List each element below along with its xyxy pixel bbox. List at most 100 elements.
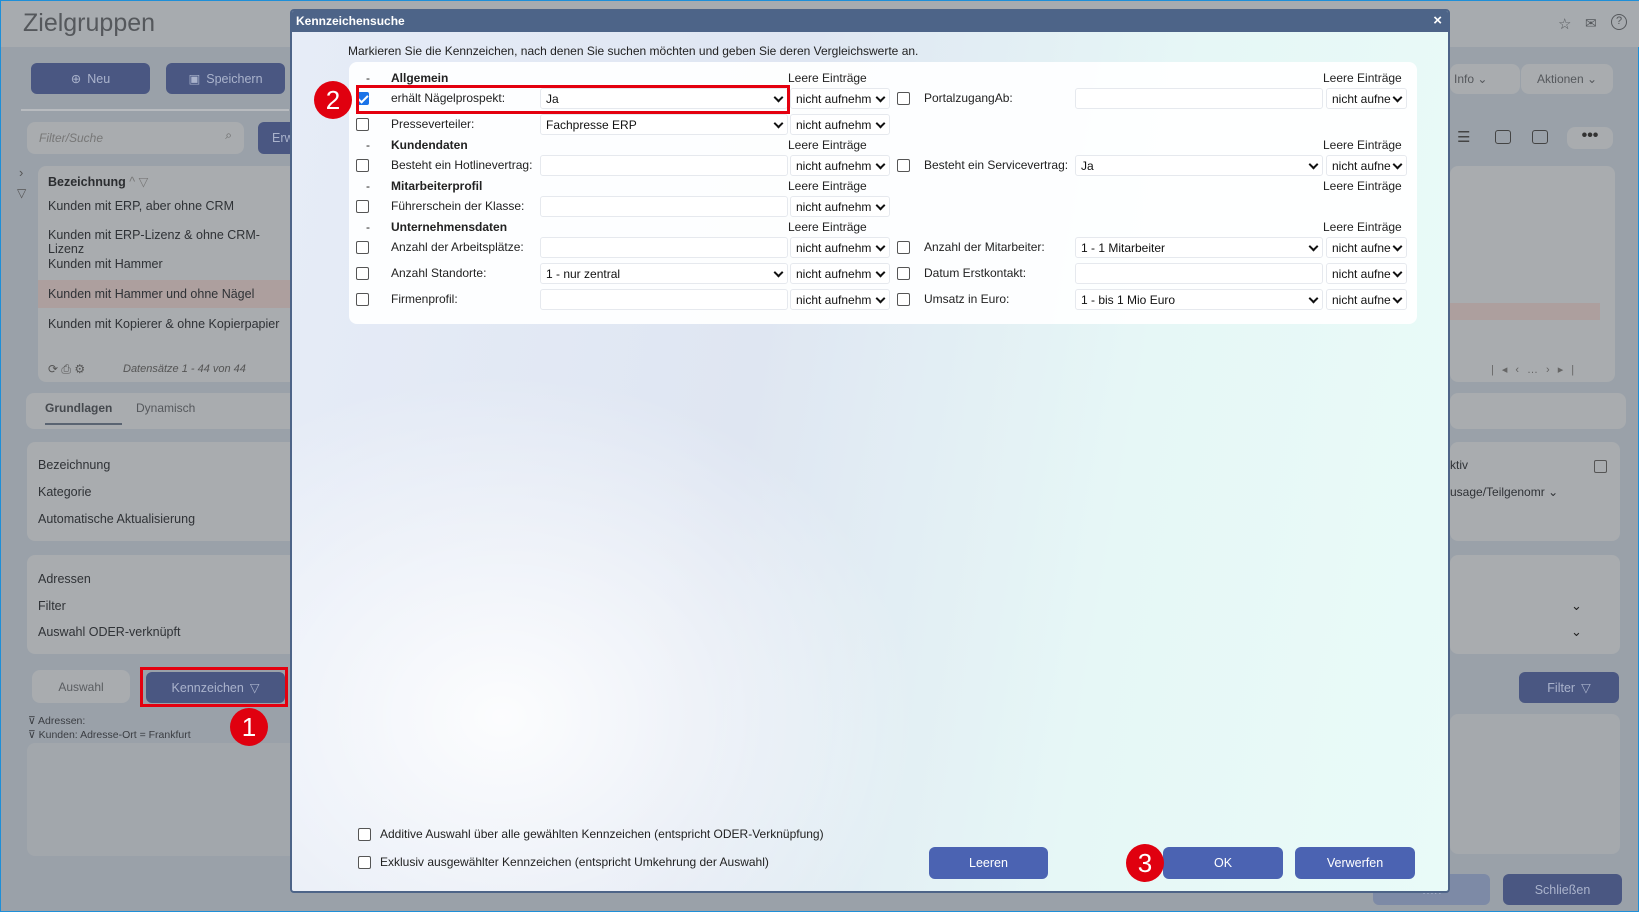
pagination[interactable]: |◂‹…›▸|	[1491, 363, 1582, 376]
section-toggle[interactable]: -	[366, 138, 370, 152]
flag-checkbox[interactable]	[356, 267, 369, 280]
list-item[interactable]: Kunden mit Hammer und ohne Nägel	[38, 280, 298, 308]
flag-value-input[interactable]	[540, 155, 788, 176]
flag-checkbox[interactable]	[897, 241, 910, 254]
flag-search-dialog: Kennzeichensuche × Markieren Sie die Ken…	[290, 9, 1450, 893]
empty-entries-select[interactable]: nicht aufnehm	[790, 237, 890, 258]
empty-entries-header: Leere Einträge	[1323, 179, 1402, 193]
clear-button[interactable]: Leeren	[929, 847, 1048, 879]
chevron-down-icon[interactable]: ⌄	[1571, 598, 1582, 614]
split-vertical-icon[interactable]	[1532, 130, 1548, 144]
search-input[interactable]: Filter/Suche ⌕	[27, 122, 244, 154]
empty-entries-select[interactable]: nicht aufnehm	[790, 155, 890, 176]
flag-checkbox[interactable]	[897, 267, 910, 280]
flag-value: 1 - bis 1 Mio Euro	[1081, 293, 1176, 307]
exclusive-checkbox[interactable]	[358, 856, 371, 869]
more-icon[interactable]: •••	[1567, 127, 1613, 149]
usage-select[interactable]: usage/Teilgenomr ⌄	[1450, 485, 1558, 499]
flag-checkbox[interactable]	[897, 159, 910, 172]
flag-label: Firmenprofil:	[391, 292, 458, 306]
help-icon[interactable]: ?	[1611, 14, 1627, 30]
info-menu[interactable]: Info ⌄	[1450, 64, 1520, 94]
flag-value-input[interactable]	[540, 237, 788, 258]
empty-entries-select[interactable]: nicht aufne	[1326, 289, 1407, 310]
chevron-down-icon	[875, 159, 886, 170]
sort-filter-icon[interactable]: ^ ▽	[129, 175, 148, 189]
chevron-down-icon	[875, 200, 886, 211]
filter-icon[interactable]: ▽	[17, 186, 26, 200]
empty-entries-select[interactable]: nicht aufne	[1326, 88, 1407, 109]
additive-checkbox[interactable]	[358, 828, 371, 841]
section-toggle[interactable]: -	[366, 220, 370, 234]
list-footer-icons[interactable]: ⟳ ⎙ ⚙	[48, 362, 85, 377]
filter-label: Filter	[1547, 680, 1576, 695]
empty-entries-value: nicht aufnehm	[796, 200, 872, 214]
list-item[interactable]: Kunden mit Kopierer & ohne Kopierpapier	[38, 310, 298, 338]
flag-value-select[interactable]: Ja	[1075, 155, 1323, 176]
empty-entries-select[interactable]: nicht aufnehm	[790, 263, 890, 284]
flag-value-select[interactable]: 1 - 1 Mitarbeiter	[1075, 237, 1323, 258]
list-item[interactable]: Kunden mit ERP-Lizenz & ohne CRM-Lizenz	[38, 221, 298, 256]
active-checkbox[interactable]	[1594, 460, 1607, 473]
chevron-down-icon	[1392, 293, 1403, 304]
empty-entries-select[interactable]: nicht aufnehm	[790, 196, 890, 217]
flag-checkbox[interactable]	[356, 159, 369, 172]
field-oder: Auswahl ODER-verknüpft	[38, 625, 181, 639]
list-view-icon[interactable]: ☰	[1457, 128, 1470, 146]
flag-checkbox[interactable]	[356, 200, 369, 213]
discard-button[interactable]: Verwerfen	[1295, 847, 1415, 879]
flag-checkbox[interactable]	[897, 293, 910, 306]
empty-entries-value: nicht aufne	[1332, 267, 1391, 281]
new-button[interactable]: ⊕ Neu	[31, 63, 150, 94]
flag-value-select[interactable]: 1 - bis 1 Mio Euro	[1075, 289, 1323, 310]
empty-entries-value: nicht aufnehm	[796, 293, 872, 307]
empty-entries-header: Leere Einträge	[788, 179, 867, 193]
star-icon[interactable]: ☆	[1558, 15, 1571, 33]
section-toggle[interactable]: -	[366, 71, 370, 85]
ok-button[interactable]: OK	[1163, 847, 1283, 879]
empty-entries-select[interactable]: nicht aufne	[1326, 155, 1407, 176]
flag-checkbox[interactable]	[897, 92, 910, 105]
flag-value-select[interactable]: 1 - nur zentral	[540, 263, 788, 284]
chevron-down-icon	[1308, 159, 1319, 170]
split-horizontal-icon[interactable]	[1495, 130, 1511, 144]
field-adressen: Adressen	[38, 572, 91, 586]
records-count: Datensätze 1 - 44 von 44	[123, 363, 246, 375]
expand-icon[interactable]: ›	[19, 165, 23, 180]
empty-entries-select[interactable]: nicht aufne	[1326, 237, 1407, 258]
list-item[interactable]: Kunden mit Hammer	[38, 250, 298, 278]
chevron-down-icon[interactable]: ⌄	[1571, 624, 1582, 640]
filter-button[interactable]: Filter ▽	[1519, 672, 1619, 703]
flag-value-input[interactable]	[1075, 263, 1323, 284]
mail-icon[interactable]: ✉	[1585, 15, 1597, 32]
tab-dynamisch[interactable]: Dynamisch	[136, 401, 195, 415]
save-button[interactable]: ▣ Speichern	[166, 63, 285, 94]
selection-button[interactable]: Auswahl	[32, 670, 130, 703]
section-toggle[interactable]: -	[366, 179, 370, 193]
flag-label: PortalzugangAb:	[924, 91, 1013, 105]
tab-grundlagen[interactable]: Grundlagen	[45, 401, 123, 425]
flag-checkbox[interactable]	[356, 241, 369, 254]
flag-value-input[interactable]	[540, 196, 788, 217]
flag-checkbox[interactable]	[356, 293, 369, 306]
flag-value-select[interactable]: Fachpresse ERP	[540, 114, 788, 135]
close-icon[interactable]: ×	[1433, 12, 1442, 29]
empty-entries-select[interactable]: nicht aufne	[1326, 263, 1407, 284]
save-label: Speichern	[206, 71, 263, 86]
flag-checkbox[interactable]	[356, 118, 369, 131]
section-title: Unternehmensdaten	[391, 220, 508, 234]
flag-value-input[interactable]	[540, 289, 788, 310]
annotation-box-1	[140, 667, 288, 707]
flag-label: Datum Erstkontakt:	[924, 266, 1027, 280]
flag-value-input[interactable]	[1075, 88, 1323, 109]
actions-menu[interactable]: Aktionen ⌄	[1521, 64, 1613, 94]
filter-note: ⊽ Kunden: Adresse-Ort = Frankfurt	[28, 729, 191, 741]
close-button[interactable]: Schließen	[1503, 874, 1622, 905]
list-item[interactable]: Kunden mit ERP, aber ohne CRM	[38, 192, 298, 220]
empty-entries-select[interactable]: nicht aufnehm	[790, 114, 890, 135]
empty-entries-select[interactable]: nicht aufnehm	[790, 289, 890, 310]
list-header-name[interactable]: Bezeichnung ^ ▽	[48, 174, 148, 189]
empty-entries-select[interactable]: nicht aufnehm	[790, 88, 890, 109]
flag-label: Umsatz in Euro:	[924, 292, 1010, 306]
empty-entries-header: Leere Einträge	[788, 220, 867, 234]
